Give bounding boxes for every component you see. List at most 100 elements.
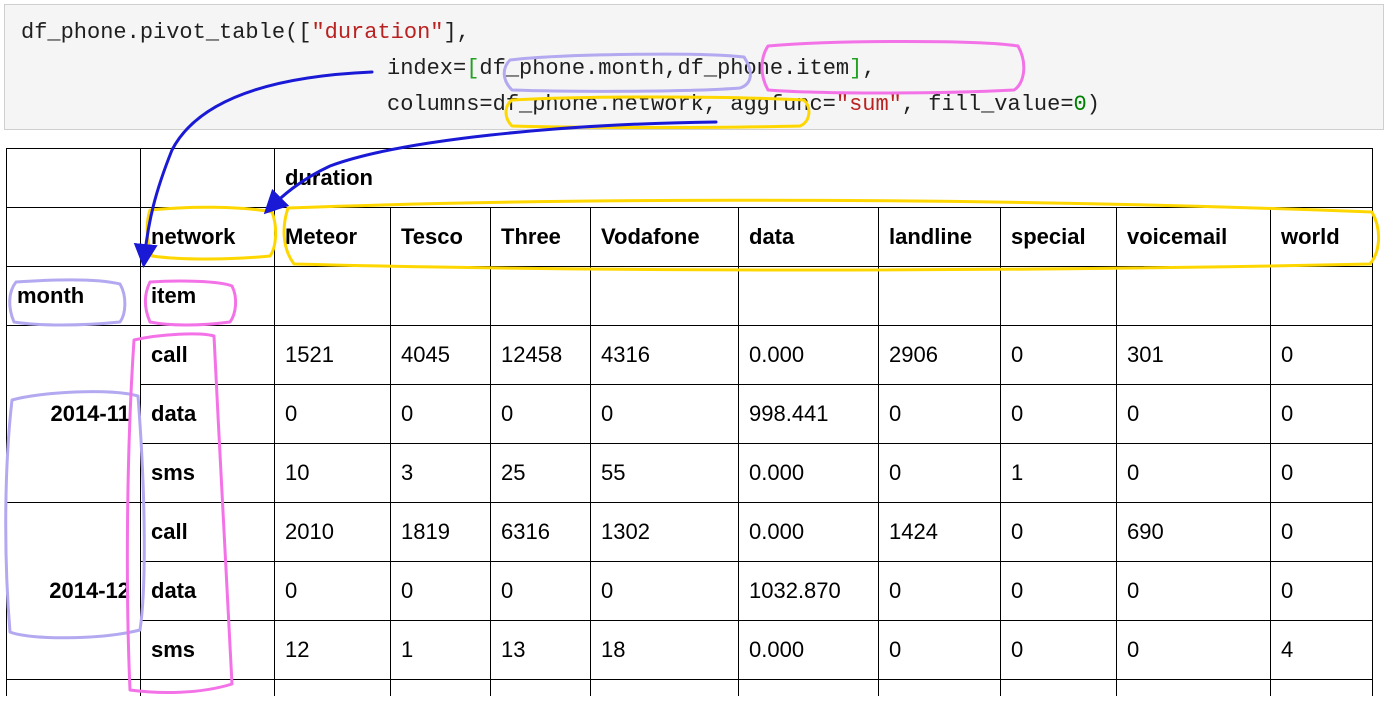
header-cell-empty [6, 148, 141, 208]
table-cell: 1 [390, 620, 491, 680]
table-cell: 690 [1116, 502, 1271, 562]
header-row-index-names: month item [6, 266, 1373, 326]
pivot-table-output: duration network Meteor Tesco Three Voda… [6, 148, 1373, 696]
table-cell: 0 [1116, 561, 1271, 621]
code-arg-item: df_phone.item [677, 56, 850, 81]
table-cell: 4 [1270, 620, 1373, 680]
item-label: call [140, 325, 275, 385]
month-label: 2014-11 [6, 325, 141, 503]
table-cell: 0 [490, 561, 591, 621]
table-cell: 12 [274, 620, 391, 680]
code-token: , fill_value= [901, 92, 1074, 117]
table-cell: 2906 [878, 325, 1001, 385]
table-row: data 0 0 0 0 1032.870 0 0 0 0 [7, 561, 1373, 621]
code-line-3: columns=df_phone.network, aggfunc="sum",… [387, 89, 1100, 121]
item-label: call [140, 502, 275, 562]
code-bracket: [ [466, 56, 480, 81]
table-cell: 301 [1116, 325, 1271, 385]
column-header: Vodafone [590, 207, 739, 267]
table-row: sms 10 3 25 55 0.000 0 1 0 0 [7, 443, 1373, 503]
item-label: data [140, 561, 275, 621]
table-cell: 0 [490, 384, 591, 444]
table-cell: 0.000 [738, 443, 879, 503]
table-cell: 4316 [590, 325, 739, 385]
columns-name-header: network [140, 207, 275, 267]
code-token: ) [1086, 92, 1100, 117]
code-number: 0 [1073, 92, 1087, 117]
table-cell: 0 [1270, 443, 1373, 503]
table-cell: 0 [1000, 620, 1117, 680]
code-cell[interactable]: df_phone.pivot_table(["duration"], index… [4, 4, 1384, 130]
table-cell: 0 [590, 561, 739, 621]
table-cell: 25 [490, 443, 591, 503]
header-row-values: duration [6, 148, 1373, 208]
table-cell: 1032.870 [738, 561, 879, 621]
table-cell: 1819 [390, 502, 491, 562]
header-row-columns: network Meteor Tesco Three Vodafone data… [6, 207, 1373, 267]
code-token: , [862, 56, 876, 81]
code-arg-month: df_phone.month [479, 56, 665, 81]
table-cell: 1302 [590, 502, 739, 562]
column-header: Meteor [274, 207, 391, 267]
table-cell: 998.441 [738, 384, 879, 444]
header-cell-empty [140, 148, 275, 208]
table-row: data 0 0 0 0 998.441 0 0 0 0 [7, 384, 1373, 444]
table-cell: 0.000 [738, 620, 879, 680]
index-name-item: item [140, 266, 275, 326]
table-cell: 10 [274, 443, 391, 503]
code-token: columns=df_phone.network, aggfunc= [387, 92, 836, 117]
table-cell: 1 [1000, 443, 1117, 503]
truncated-row [6, 679, 1373, 696]
table-cell: 0 [1000, 384, 1117, 444]
table-cell: 4045 [390, 325, 491, 385]
item-label: data [140, 384, 275, 444]
table-cell: 0 [1270, 384, 1373, 444]
table-row: 2014-11 call 1521 4045 12458 4316 0.000 … [6, 325, 1373, 503]
table-cell: 0.000 [738, 325, 879, 385]
code-string: "duration" [311, 20, 444, 45]
table-cell: 0 [1116, 620, 1271, 680]
table-cell: 0 [1116, 443, 1271, 503]
table-cell: 0 [1270, 502, 1373, 562]
item-label: sms [140, 443, 275, 503]
column-header: special [1000, 207, 1117, 267]
table-cell: 12458 [490, 325, 591, 385]
column-header: voicemail [1116, 207, 1271, 267]
table-cell: 0 [878, 443, 1001, 503]
table-cell: 1424 [878, 502, 1001, 562]
table-cell: 0 [390, 384, 491, 444]
column-header: data [738, 207, 879, 267]
table-cell: 6316 [490, 502, 591, 562]
code-line-2: index=[df_phone.month,df_phone.item], [387, 53, 876, 85]
table-cell: 0 [274, 384, 391, 444]
table-cell: 0 [878, 620, 1001, 680]
code-bracket: ] [849, 56, 863, 81]
table-cell: 0 [1116, 384, 1271, 444]
table-cell: 0 [390, 561, 491, 621]
table-cell: 13 [490, 620, 591, 680]
table-cell: 0 [1000, 502, 1117, 562]
header-cell-empty [6, 207, 141, 267]
code-token: , [664, 56, 678, 81]
item-label: sms [140, 620, 275, 680]
table-row: sms 12 1 13 18 0.000 0 0 0 4 [7, 620, 1373, 680]
table-cell: 0 [1000, 325, 1117, 385]
code-token: df_phone.pivot_table([ [21, 20, 312, 45]
column-header: Three [490, 207, 591, 267]
table-cell: 0 [1000, 561, 1117, 621]
table-cell: 0 [878, 384, 1001, 444]
code-token: ], [443, 20, 470, 45]
table-cell: 18 [590, 620, 739, 680]
column-header: Tesco [390, 207, 491, 267]
table-row: 2014-12 call 2010 1819 6316 1302 0.000 1… [6, 502, 1373, 680]
value-header: duration [274, 148, 1373, 208]
table-cell: 0 [1270, 561, 1373, 621]
table-cell: 0.000 [738, 502, 879, 562]
table-cell: 0 [878, 561, 1001, 621]
table-cell: 2010 [274, 502, 391, 562]
table-cell: 0 [274, 561, 391, 621]
month-label: 2014-12 [6, 502, 141, 680]
column-header: world [1270, 207, 1373, 267]
code-string: "sum" [835, 92, 902, 117]
table-cell: 1521 [274, 325, 391, 385]
